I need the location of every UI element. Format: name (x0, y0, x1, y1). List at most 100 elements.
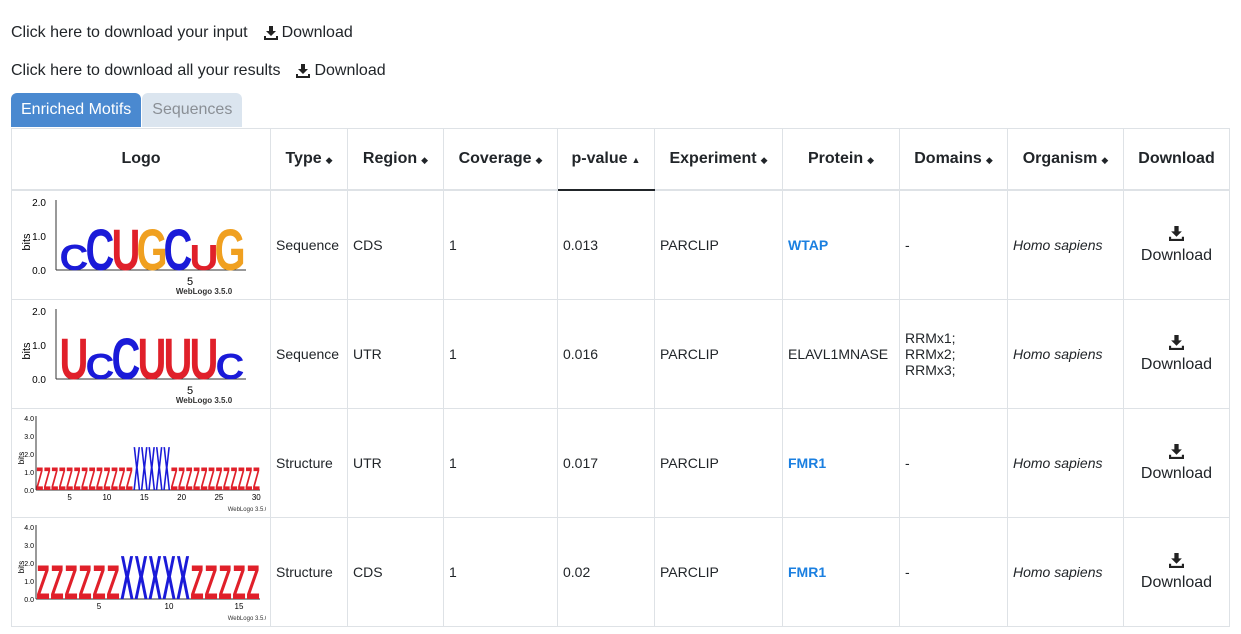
logo-letter: C (86, 347, 115, 387)
logo-letter: Z (215, 461, 222, 497)
protein-link[interactable]: FMR1 (788, 455, 826, 471)
coverage-cell: 1 (443, 517, 558, 627)
logo-cell: bits 4.0 3.0 2.0 1.0 0.0 Z Z Z Z Z Z Z Z Z Z Z Z Z X X X X X Z Z Z… (11, 408, 271, 518)
download-icon (263, 26, 278, 40)
download-icon (1169, 334, 1184, 350)
logo-ytick: 1.0 (24, 579, 34, 586)
logo-letter: Z (51, 461, 58, 497)
sort-icon: ◆ (535, 155, 543, 165)
download-icon (1169, 443, 1184, 459)
download-input-label: Download (281, 24, 353, 41)
header-pvalue[interactable]: p-value ▲ (557, 128, 655, 191)
logo-ytick: 4.0 (24, 416, 34, 423)
logo-letter: C (112, 326, 141, 391)
logo-letter: Z (44, 461, 51, 497)
region-cell: UTR (347, 299, 444, 409)
logo-cell: bits 4.0 3.0 2.0 1.0 0.0 Z Z Z Z Z Z X X X X X Z Z Z Z Z 5 10 15… (11, 517, 271, 627)
logo-letter: U (190, 326, 219, 391)
sort-icon: ◆ (985, 155, 993, 165)
download-label: Download (1140, 464, 1213, 482)
logo-ytick: 2.0 (32, 198, 46, 209)
logo-ytick: 2.0 (24, 561, 34, 568)
protein-link[interactable]: WTAP (788, 237, 828, 253)
logo-letter: Z (106, 557, 119, 610)
tab-enriched-motifs[interactable]: Enriched Motifs (11, 93, 142, 127)
download-icon (1169, 225, 1184, 241)
tab-sequences[interactable]: Sequences (142, 93, 243, 127)
download-results-line: Click here to download all your results … (11, 62, 386, 80)
logo-ytick: 2.0 (24, 452, 34, 459)
logo-letter: Z (223, 461, 230, 497)
download-button[interactable]: Download (1123, 408, 1230, 518)
domain-item: RRMx1; (905, 330, 956, 346)
protein-link[interactable]: FMR1 (788, 564, 826, 580)
coverage-cell: 1 (443, 408, 558, 518)
motifs-table: Logo Type ◆ Region ◆ Coverage ◆ p-value ▲ Ex… (11, 128, 1230, 627)
download-button[interactable]: Download (1123, 299, 1230, 409)
logo-letter: Z (118, 461, 125, 497)
logo-credit: WebLogo 3.5.0 (228, 507, 266, 513)
header-protein[interactable]: Protein ◆ (782, 128, 900, 191)
logo-letter: X (156, 435, 163, 504)
logo-letter: Z (103, 461, 110, 497)
logo-credit: WebLogo 3.5.0 (176, 287, 233, 296)
logo-letter: U (60, 326, 89, 391)
logo-letter: Z (111, 461, 118, 497)
logo-letter: U (164, 326, 193, 391)
region-cell: CDS (347, 189, 444, 300)
organism-cell: Homo sapiens (1007, 517, 1124, 627)
download-label: Download (1140, 573, 1213, 591)
logo-letter: Z (59, 461, 66, 497)
header-experiment[interactable]: Experiment ◆ (654, 128, 783, 191)
download-results-text: Click here to download all your results (11, 62, 281, 79)
logo-letter: Z (253, 461, 260, 497)
logo-xtick: 30 (252, 493, 261, 502)
logo-ytick: 1.0 (24, 470, 34, 477)
table-row: bits 2.0 1.0 0.0 C C U G C U G 5 WebLogo 3.5.0 Sequen… (11, 189, 1230, 300)
protein-name: ELAVL1MNASE (788, 346, 889, 362)
logo-credit: WebLogo 3.5.0 (228, 616, 266, 622)
logo-letter: Z (171, 461, 178, 497)
logo-letter: X (148, 435, 155, 504)
download-button[interactable]: Download (1123, 517, 1230, 627)
logo-xtick: 25 (214, 493, 223, 502)
domain-item: - (905, 564, 910, 580)
logo-xtick: 15 (235, 602, 244, 611)
logo-letter: U (138, 326, 167, 391)
download-input-button[interactable]: Download (263, 24, 353, 42)
domains-cell: - (899, 517, 1008, 627)
type-cell: Sequence (270, 189, 348, 300)
logo-letter: Z (246, 557, 259, 610)
experiment-cell: PARCLIP (654, 299, 783, 409)
download-results-button[interactable]: Download (296, 62, 386, 80)
motif-logo: bits4.03.02.01.00.0 Z Z Z Z Z Z Z Z Z Z Z Z Z X X X X X Z Z Z… (17, 415, 269, 513)
logo-letter: X (134, 544, 148, 613)
header-organism[interactable]: Organism ◆ (1007, 128, 1124, 191)
logo-letter: G (214, 217, 245, 282)
sort-icon: ◆ (1101, 155, 1109, 165)
sort-icon: ◆ (867, 155, 875, 165)
download-icon (296, 64, 311, 78)
header-region[interactable]: Region ◆ (347, 128, 444, 191)
logo-credit: WebLogo 3.5.0 (176, 396, 233, 405)
domains-cell: - (899, 408, 1008, 518)
logo-ytick: 3.0 (24, 543, 34, 550)
logo-cell: bits 2.0 1.0 0.0 C C U G C U G 5 WebLogo 3.5.0 (11, 189, 271, 300)
logo-letter: C (216, 347, 245, 387)
logo-letter: Z (208, 461, 215, 497)
logo-ytick: 3.0 (24, 434, 34, 441)
header-coverage[interactable]: Coverage ◆ (443, 128, 558, 191)
experiment-cell: PARCLIP (654, 189, 783, 300)
download-button[interactable]: Download (1123, 189, 1230, 300)
logo-ytick: 1.0 (32, 232, 46, 243)
header-domains[interactable]: Domains ◆ (899, 128, 1008, 191)
logo-ytick: 0.0 (32, 375, 46, 386)
organism-cell: Homo sapiens (1007, 408, 1124, 518)
logo-letter: Z (66, 461, 73, 497)
download-icon (1169, 552, 1184, 568)
protein-cell: ELAVL1MNASE (782, 299, 900, 409)
logo-xtick: 15 (140, 493, 149, 502)
logo-letter: X (120, 544, 134, 613)
header-type[interactable]: Type ◆ (270, 128, 348, 191)
logo-letter: C (60, 238, 89, 278)
